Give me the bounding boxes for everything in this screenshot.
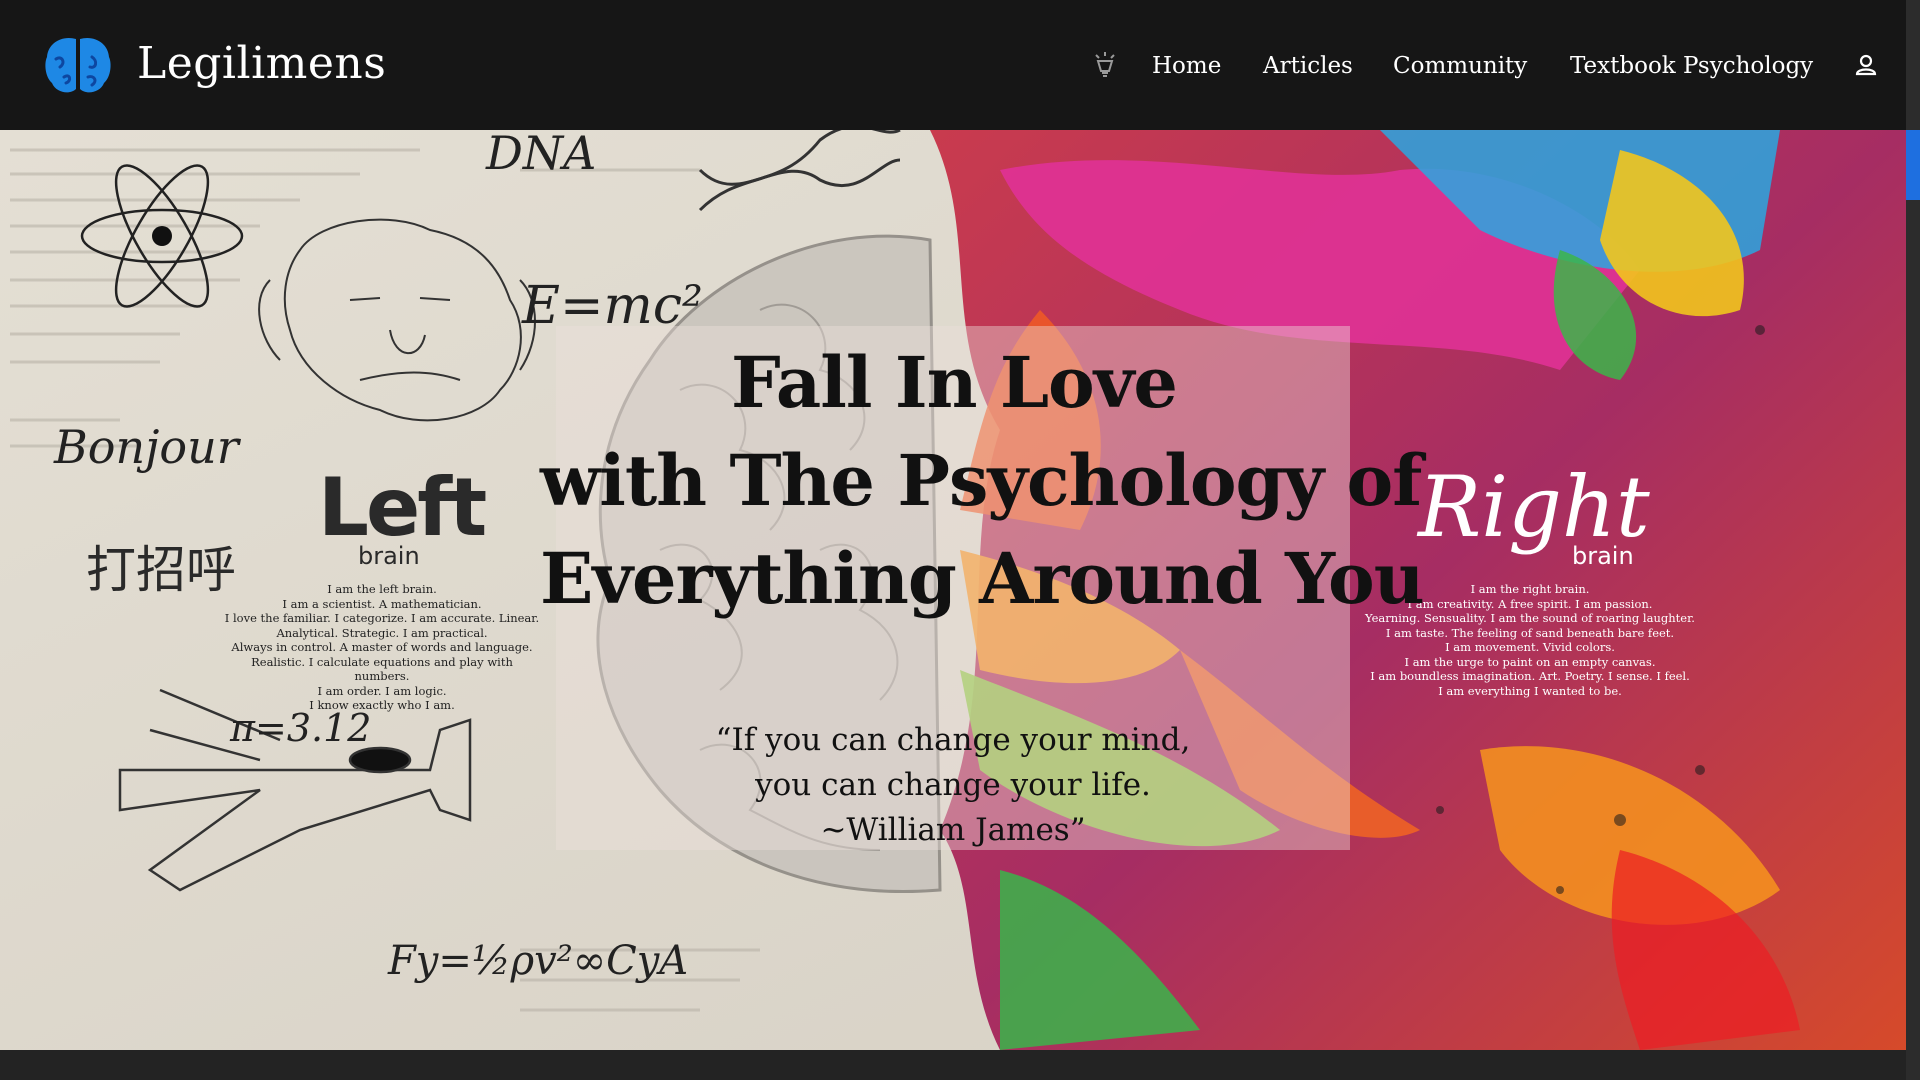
brand-name[interactable]: Legilimens (137, 36, 386, 92)
hero-quote: “If you can change your mind, you can ch… (556, 718, 1350, 853)
headline-line-2: with The Psychology of (540, 439, 1422, 522)
right-brain-subtitle: brain (1572, 542, 1634, 570)
quote-line-1: “If you can change your mind, (715, 722, 1191, 758)
lift-formula: Fy=½ρv²∞CyA (388, 938, 689, 984)
quote-line-3: ~William James” (820, 812, 1086, 848)
chinese-greeting: 打招呼 (86, 541, 236, 599)
nav-home[interactable]: Home (1152, 50, 1221, 82)
left-brain-title: Left (318, 461, 487, 554)
quote-line-2: you can change your life. (755, 767, 1151, 803)
lamp-icon[interactable] (1092, 51, 1118, 83)
user-icon[interactable] (1853, 50, 1879, 82)
scrollbar-thumb[interactable] (1906, 130, 1920, 200)
pi-formula: π=3.12 (230, 706, 372, 750)
headline-line-1: Fall In Love (731, 341, 1178, 424)
right-brain-title: Right (1418, 458, 1650, 556)
headline-line-3: Everything Around You (540, 537, 1425, 620)
left-brain-text: I am the left brain. I am a scientist. A… (224, 582, 540, 712)
dna-label: DNA (486, 130, 597, 180)
left-brain-subtitle: brain (358, 542, 420, 570)
nav-textbook-psychology[interactable]: Textbook Psychology (1570, 50, 1813, 82)
hero-headline: Fall In Love with The Psychology of Ever… (540, 334, 1425, 628)
nav-community[interactable]: Community (1393, 50, 1527, 82)
bonjour-text: Bonjour (54, 420, 239, 474)
hero-banner: DNA E=mc² Bonjour 打招呼 π=3.12 Fy=½ρv²∞CyA… (0, 130, 1906, 1050)
brain-icon[interactable] (42, 33, 114, 96)
nav-articles[interactable]: Articles (1263, 50, 1353, 82)
site-header: Legilimens Home Articles Community Textb… (0, 0, 1906, 130)
